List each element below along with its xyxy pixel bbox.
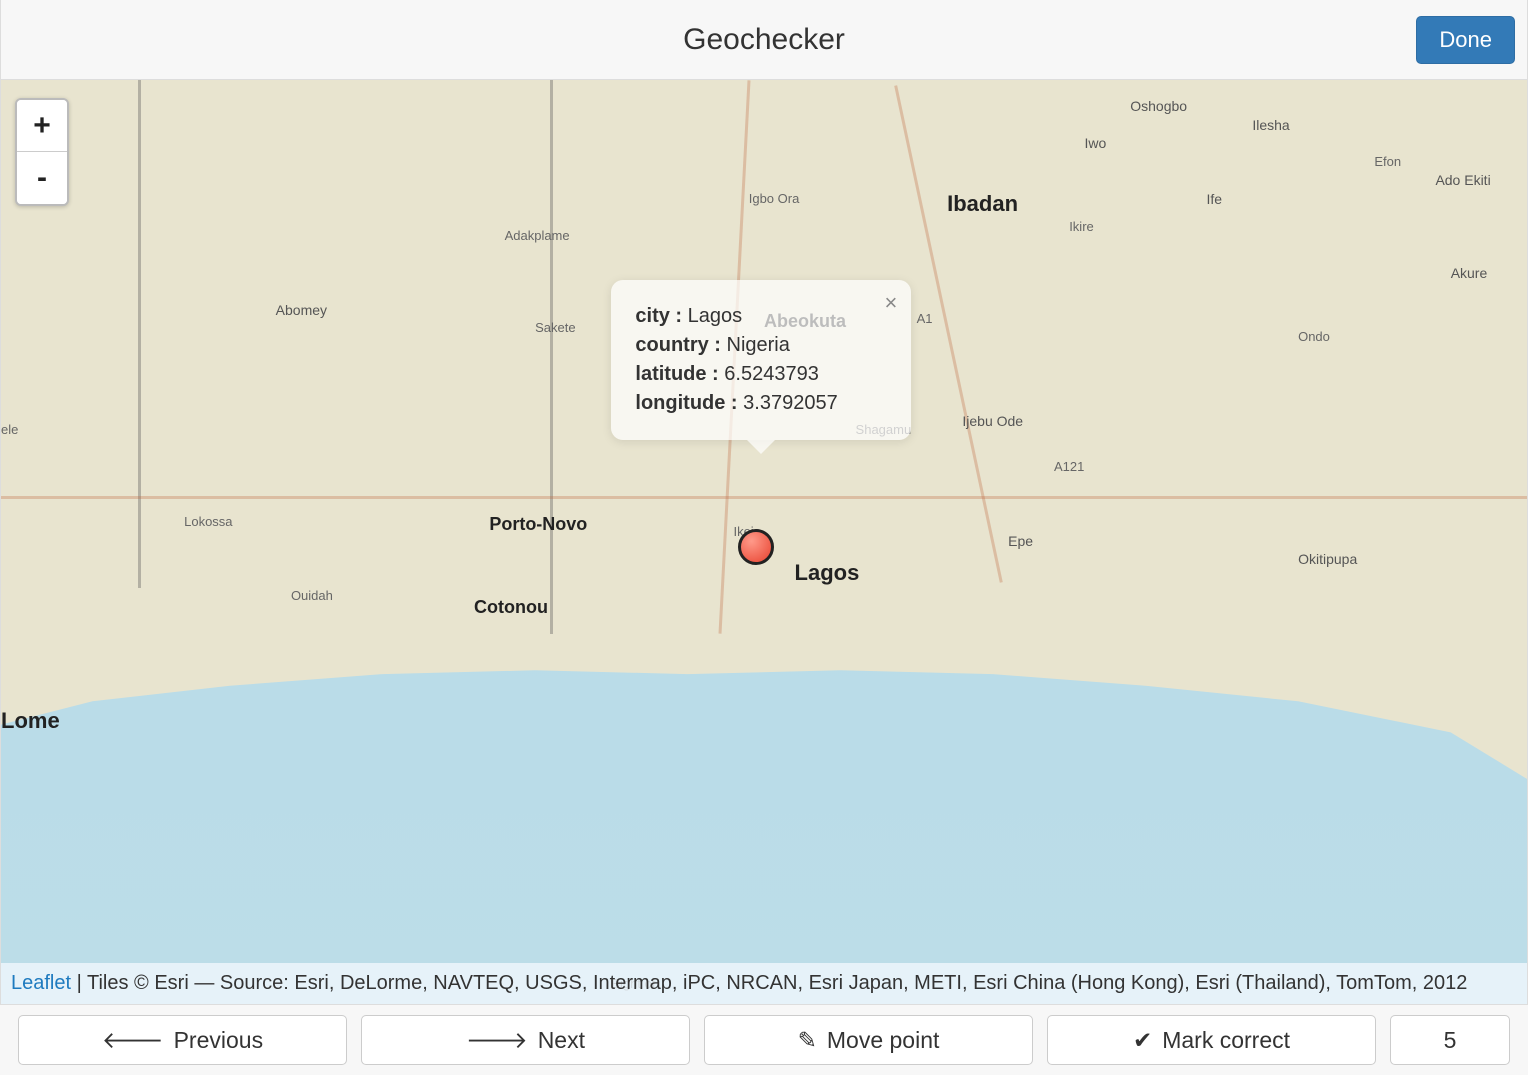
- popup-field: latitude : 6.5243793: [635, 360, 863, 389]
- place-label: Porto-Novo: [489, 514, 587, 535]
- place-label: Ijebu Ode: [962, 413, 1023, 429]
- popup-field: country : Nigeria: [635, 331, 863, 360]
- leaflet-link[interactable]: Leaflet: [11, 972, 71, 994]
- place-label: Ilesha: [1252, 117, 1289, 133]
- move-point-label: Move point: [827, 1027, 940, 1054]
- place-label: Akure: [1451, 265, 1488, 281]
- previous-label: Previous: [174, 1027, 263, 1054]
- edit-icon: ✎: [798, 1027, 817, 1054]
- counter-input[interactable]: [1390, 1015, 1510, 1065]
- next-label: Next: [538, 1027, 585, 1054]
- popup-field: longitude : 3.3792057: [635, 389, 863, 418]
- zoom-out-button[interactable]: -: [17, 152, 67, 204]
- place-label: Ikire: [1069, 219, 1094, 234]
- header-bar: Geochecker Done: [0, 0, 1528, 80]
- map-canvas[interactable]: Oshogbo Iwo Ilesha Efon Ado Ekiti Ife Igbo Ora…: [0, 80, 1528, 1005]
- place-label: Epe: [1008, 533, 1033, 549]
- place-label: A1: [917, 311, 933, 326]
- attribution-text: | Tiles © Esri — Source: Esri, DeLorme, …: [71, 972, 1467, 994]
- marker-popup: × city : Lagoscountry : Nigerialatitude …: [611, 280, 911, 440]
- arrow-left-icon: 🡐: [102, 1026, 164, 1054]
- mark-correct-button[interactable]: ✔ Mark correct: [1047, 1015, 1376, 1065]
- place-label: Lagos: [795, 560, 860, 586]
- place-label: Okitipupa: [1298, 551, 1357, 567]
- zoom-in-button[interactable]: +: [17, 100, 67, 152]
- place-label: Ibadan: [947, 191, 1018, 217]
- page-title: Geochecker: [683, 23, 845, 57]
- place-label: A121: [1054, 459, 1084, 474]
- map-marker[interactable]: [738, 529, 774, 565]
- mark-correct-label: Mark correct: [1162, 1027, 1290, 1054]
- place-label: Lokossa: [184, 514, 232, 529]
- place-label: Iwo: [1084, 135, 1106, 151]
- place-label: Sakete: [535, 320, 575, 335]
- place-label: Cotonou: [474, 597, 548, 618]
- zoom-control: + -: [15, 98, 69, 206]
- move-point-button[interactable]: ✎ Move point: [704, 1015, 1033, 1065]
- place-label: Ondo: [1298, 329, 1330, 344]
- place-label: Lome: [1, 708, 60, 734]
- place-label: Abomey: [276, 302, 327, 318]
- place-label: ele: [1, 422, 18, 437]
- popup-field: city : Lagos: [635, 302, 863, 331]
- place-label: Ife: [1207, 191, 1223, 207]
- place-label: Ouidah: [291, 588, 333, 603]
- close-icon[interactable]: ×: [885, 290, 898, 316]
- place-label: Adakplame: [505, 228, 570, 243]
- footer-toolbar: 🡐 Previous 🡒 Next ✎ Move point ✔ Mark co…: [0, 1005, 1528, 1075]
- place-label: Igbo Ora: [749, 191, 800, 206]
- next-button[interactable]: 🡒 Next: [361, 1015, 690, 1065]
- done-button[interactable]: Done: [1416, 16, 1515, 64]
- map-attribution: Leaflet | Tiles © Esri — Source: Esri, D…: [1, 963, 1527, 1004]
- ocean-shape: [1, 616, 1527, 1004]
- place-label: Ado Ekiti: [1435, 172, 1490, 188]
- check-icon: ✔: [1133, 1027, 1152, 1054]
- place-label: Oshogbo: [1130, 98, 1187, 114]
- previous-button[interactable]: 🡐 Previous: [18, 1015, 347, 1065]
- arrow-right-icon: 🡒: [466, 1026, 528, 1054]
- place-label: Efon: [1374, 154, 1401, 169]
